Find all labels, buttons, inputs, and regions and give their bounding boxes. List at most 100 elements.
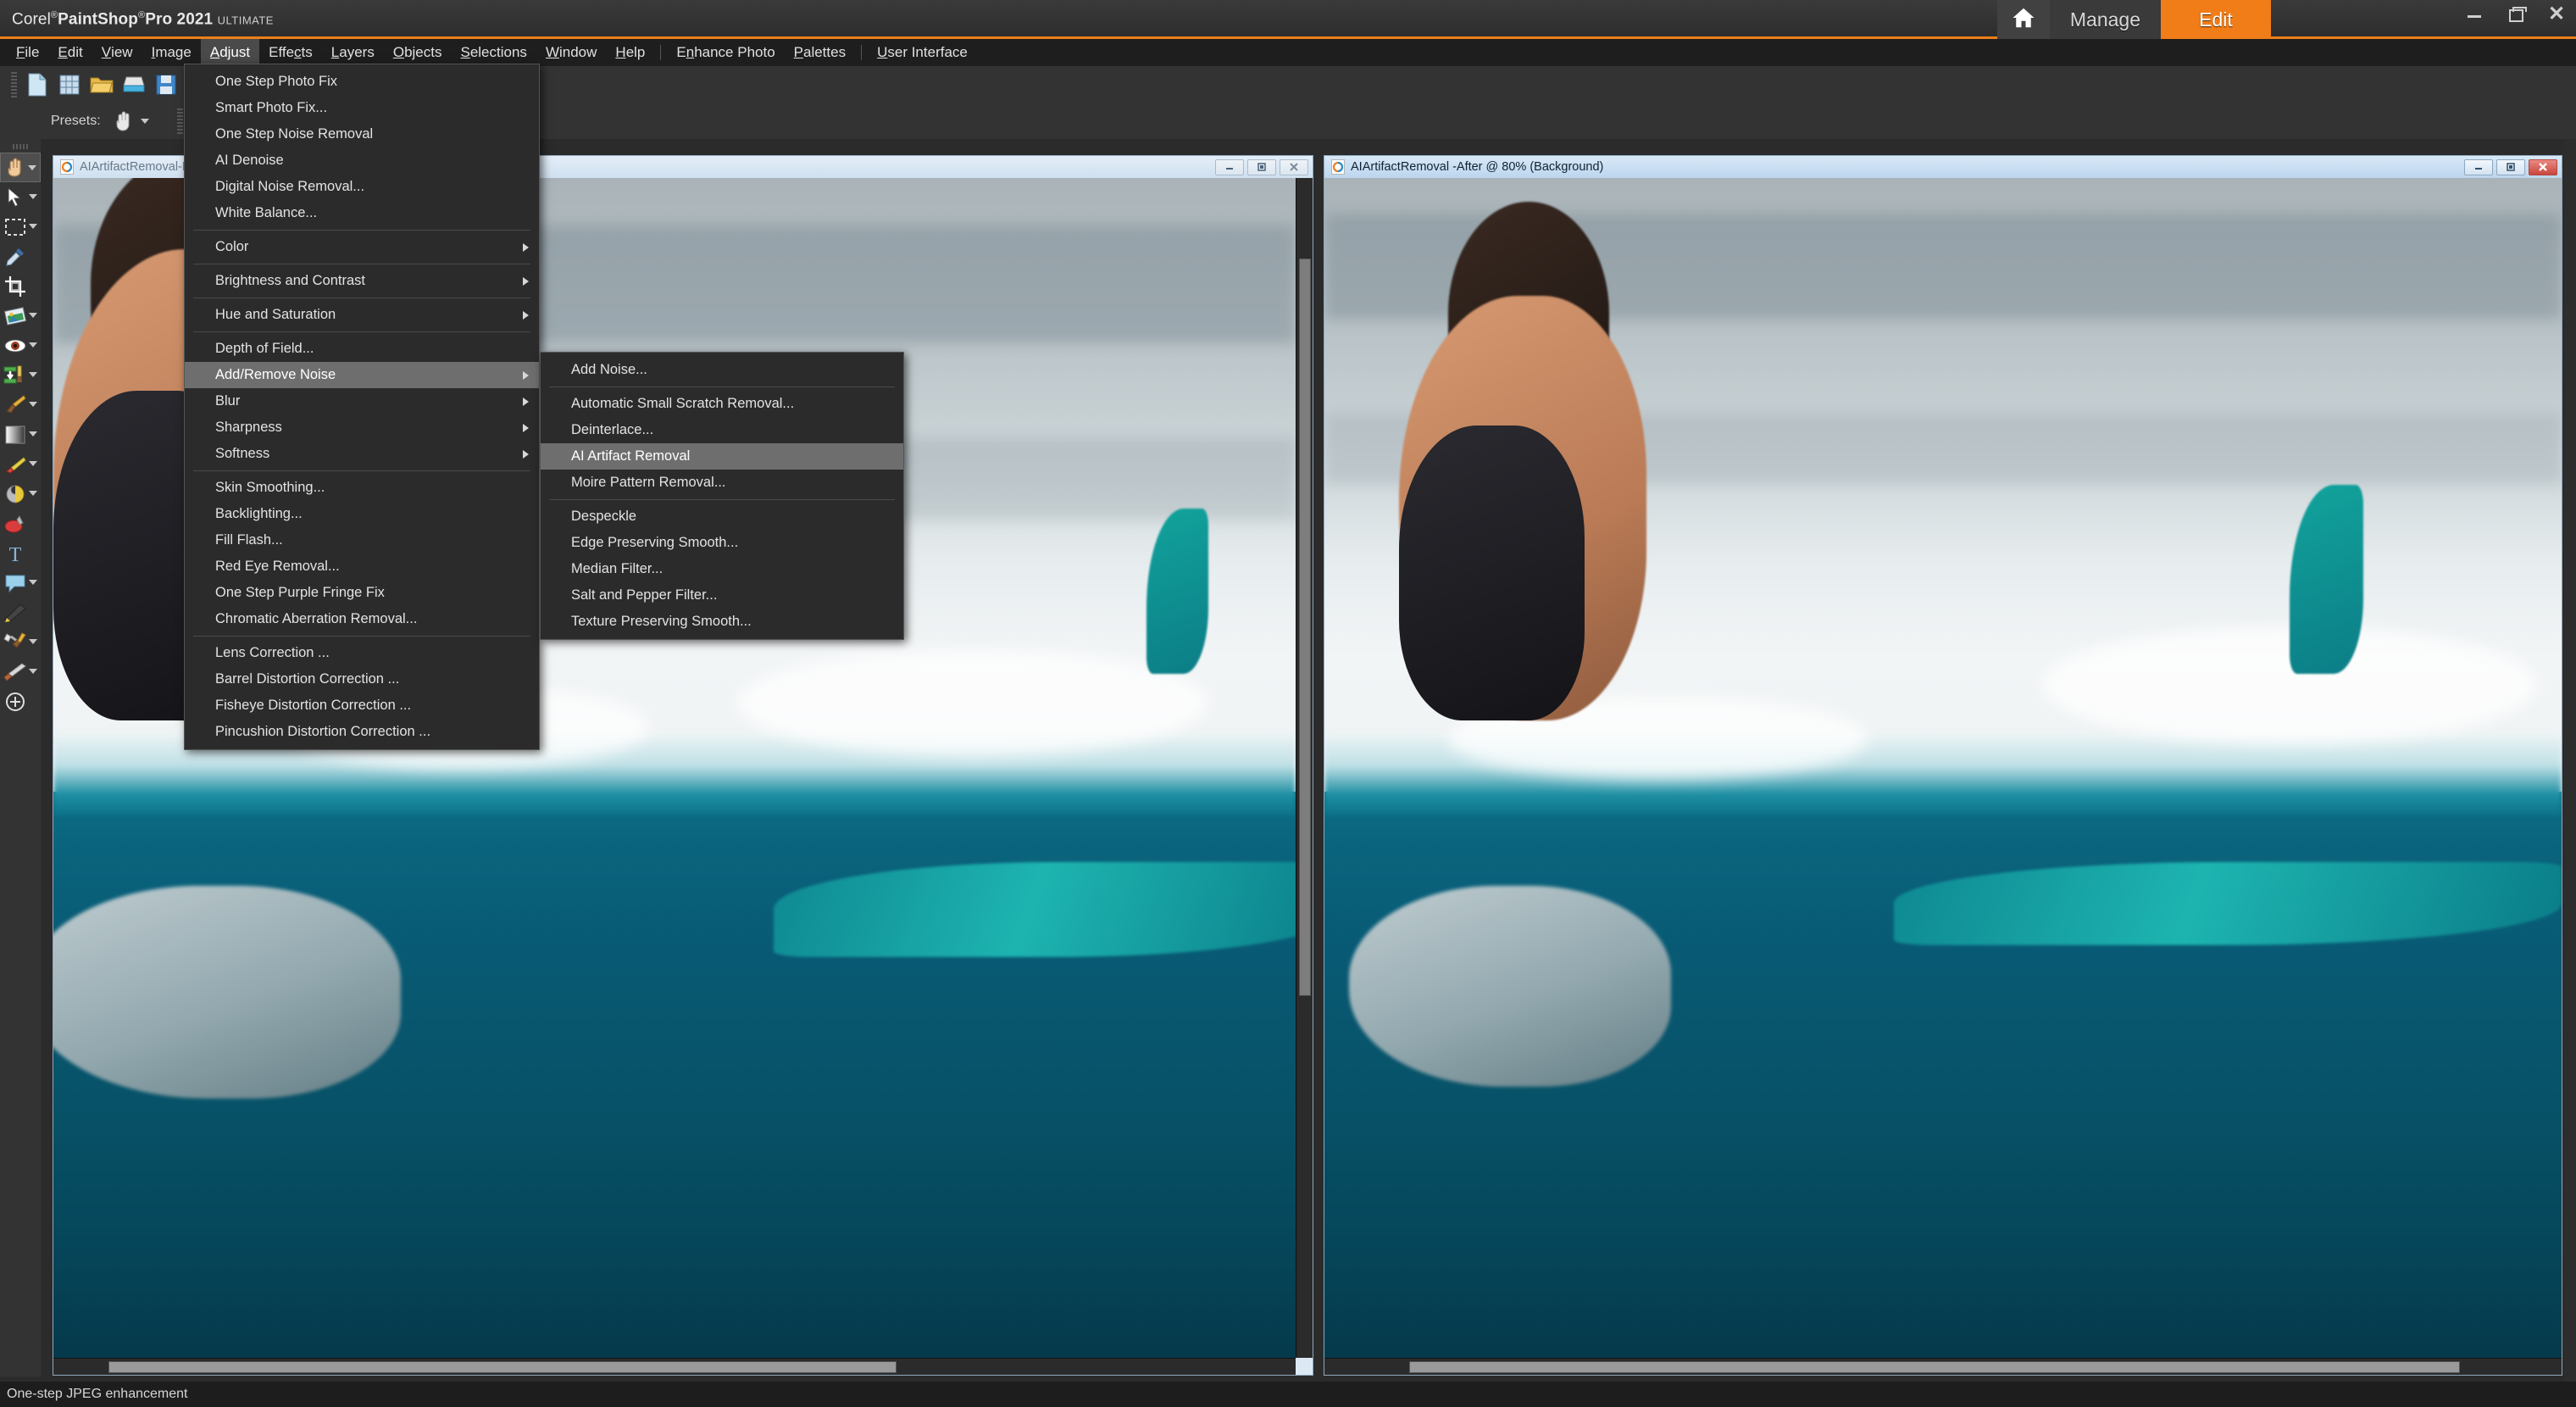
adjust-menu-item-white-balance[interactable]: White Balance... (185, 200, 539, 226)
dropper-tool[interactable] (0, 242, 41, 271)
menubar-item-objects[interactable]: Objects (384, 39, 452, 66)
image-window-after[interactable]: AIArtifactRemoval -After @ 80% (Backgrou… (1324, 155, 2562, 1376)
adjust-menu-item-barrel-distortion-correction[interactable]: Barrel Distortion Correction ... (185, 666, 539, 692)
menubar-item-window[interactable]: Window (536, 39, 606, 66)
tool-flyout-arrow-icon[interactable] (29, 313, 37, 318)
text-tool[interactable]: T (0, 538, 41, 568)
adjust-menu-item-hue-and-saturation[interactable]: Hue and Saturation (185, 302, 539, 328)
close-icon[interactable]: ✕ (2545, 3, 2568, 25)
adjust-menu-item-sharpness[interactable]: Sharpness (185, 414, 539, 441)
menubar-item-user-interface[interactable]: User Interface (868, 39, 977, 66)
noise-submenu-item-ai-artifact-removal[interactable]: AI Artifact Removal (541, 443, 903, 470)
menubar-item-enhance-photo[interactable]: En hance Photo (667, 39, 784, 66)
tool-flyout-arrow-icon[interactable] (29, 342, 37, 348)
adjust-menu-item-brightness-and-contrast[interactable]: Brightness and Contrast (185, 268, 539, 294)
adjust-menu-item-backlighting[interactable]: Backlighting... (185, 501, 539, 527)
tool-flyout-arrow-icon[interactable] (29, 431, 37, 437)
adjust-menu-item-smart-photo-fix[interactable]: Smart Photo Fix... (185, 95, 539, 121)
image-maximize-button[interactable] (1247, 158, 1276, 175)
menubar-item-view[interactable]: View (92, 39, 142, 66)
menubar-item-layers[interactable]: Layers (322, 39, 384, 66)
adjust-menu-item-one-step-photo-fix[interactable]: One Step Photo Fix (185, 69, 539, 95)
noise-submenu-item-despeckle[interactable]: Despeckle (541, 503, 903, 530)
mesh-warp-tool[interactable] (0, 657, 41, 687)
new-image-icon[interactable] (21, 69, 53, 101)
new-from-template-icon[interactable] (53, 69, 86, 101)
color-changer-tool[interactable] (0, 479, 41, 509)
add-remove-noise-submenu[interactable]: Add Noise... Automatic Small Scratch Remo… (540, 352, 904, 640)
presets-hand-icon[interactable] (109, 108, 138, 134)
adjust-menu-item-one-step-noise-removal[interactable]: One Step Noise Removal (185, 121, 539, 147)
menubar-item-effects[interactable]: Effe c ts (259, 39, 322, 66)
image-minimize-button[interactable] (1215, 158, 1244, 175)
image-close-button[interactable] (2529, 158, 2557, 175)
adjust-menu-item-blur[interactable]: Blur (185, 388, 539, 414)
adjust-menu-item-red-eye-removal[interactable]: Red Eye Removal... (185, 553, 539, 580)
image-minimize-button[interactable] (2464, 158, 2493, 175)
clone-brush-tool[interactable] (0, 390, 41, 420)
flood-fill-tool[interactable] (0, 509, 41, 538)
pan-tool[interactable] (0, 153, 41, 182)
presets-dropdown-icon[interactable] (140, 119, 149, 124)
tool-flyout-arrow-icon[interactable] (29, 639, 37, 644)
adjust-menu-item-one-step-purple-fringe-fix[interactable]: One Step Purple Fringe Fix (185, 580, 539, 606)
adjust-menu-item-depth-of-field[interactable]: Depth of Field... (185, 336, 539, 362)
eraser-tool[interactable] (0, 449, 41, 479)
tools-palette-grip[interactable] (13, 144, 28, 149)
image-hscroll-thumb[interactable] (1409, 1361, 2460, 1373)
tool-flyout-arrow-icon[interactable] (29, 580, 37, 585)
image-horizontal-scrollbar[interactable] (1324, 1358, 2562, 1375)
pick-tool[interactable] (0, 182, 41, 212)
tool-flyout-arrow-icon[interactable] (29, 402, 37, 407)
options-grip[interactable] (176, 108, 183, 134)
warp-brush-tool[interactable] (0, 627, 41, 657)
adjust-menu-item-fisheye-distortion-correction[interactable]: Fisheye Distortion Correction ... (185, 692, 539, 719)
tool-flyout-arrow-icon[interactable] (29, 461, 37, 466)
menubar-item-palettes[interactable]: Palettes (785, 39, 855, 66)
selection-tool[interactable] (0, 212, 41, 242)
tool-flyout-arrow-icon[interactable] (29, 669, 37, 674)
adjust-menu-item-softness[interactable]: Softness (185, 441, 539, 467)
image-maximize-button[interactable] (2496, 158, 2525, 175)
adjust-menu-item-pincushion-distortion-correction[interactable]: Pincushion Distortion Correction ... (185, 719, 539, 745)
menubar-item-adjust[interactable]: Adjust (200, 39, 260, 66)
noise-submenu-item-salt-and-pepper-filter[interactable]: Salt and Pepper Filter... (541, 582, 903, 609)
menubar-item-file[interactable]: File (7, 39, 48, 66)
noise-submenu-item-texture-preserving-smooth[interactable]: Texture Preserving Smooth... (541, 609, 903, 635)
straighten-tool[interactable] (0, 301, 41, 331)
adjust-menu-item-lens-correction[interactable]: Lens Correction ... (185, 640, 539, 666)
adjust-menu-item-chromatic-aberration-removal[interactable]: Chromatic Aberration Removal... (185, 606, 539, 632)
image-window-titlebar[interactable]: AIArtifactRemoval -After @ 80% (Backgrou… (1324, 156, 2562, 178)
noise-submenu-item-edge-preserving-smooth[interactable]: Edge Preserving Smooth... (541, 530, 903, 556)
tool-flyout-arrow-icon[interactable] (29, 194, 37, 199)
adjust-menu-item-color[interactable]: Color (185, 234, 539, 260)
makeover-tool[interactable] (0, 360, 41, 390)
save-icon[interactable] (150, 69, 182, 101)
toolbar-grip[interactable] (11, 72, 17, 97)
adjust-menu-item-skin-smoothing[interactable]: Skin Smoothing... (185, 475, 539, 501)
adjust-menu-item-fill-flash[interactable]: Fill Flash... (185, 527, 539, 553)
home-button[interactable] (1996, 0, 2050, 39)
menubar-item-image[interactable]: Image (142, 39, 201, 66)
tab-manage[interactable]: Manage (2049, 0, 2161, 39)
tool-flyout-arrow-icon[interactable] (29, 372, 37, 377)
adjust-menu[interactable]: One Step Photo Fix Smart Photo Fix... One … (184, 64, 540, 750)
open-icon[interactable] (86, 69, 118, 101)
adjust-menu-item-add-remove-noise[interactable]: Add/Remove Noise (185, 362, 539, 388)
tool-flyout-arrow-icon[interactable] (28, 165, 36, 170)
menubar-item-selections[interactable]: Selections (451, 39, 536, 66)
pen-tool[interactable] (0, 598, 41, 627)
noise-submenu-item-deinterlace[interactable]: Deinterlace... (541, 417, 903, 443)
image-horizontal-scrollbar[interactable] (53, 1358, 1296, 1375)
scan-icon[interactable] (118, 69, 150, 101)
tool-flyout-arrow-icon[interactable] (29, 491, 37, 496)
preset-shape-tool[interactable] (0, 568, 41, 598)
crop-tool[interactable] (0, 271, 41, 301)
tool-flyout-arrow-icon[interactable] (29, 224, 37, 229)
noise-submenu-item-median-filter[interactable]: Median Filter... (541, 556, 903, 582)
gradient-tool[interactable] (0, 420, 41, 449)
noise-submenu-item-add-noise[interactable]: Add Noise... (541, 357, 903, 383)
minimize-icon[interactable] (2464, 3, 2486, 25)
menubar-item-edit[interactable]: Edit (48, 39, 92, 66)
adjust-menu-item-ai-denoise[interactable]: AI Denoise (185, 147, 539, 174)
